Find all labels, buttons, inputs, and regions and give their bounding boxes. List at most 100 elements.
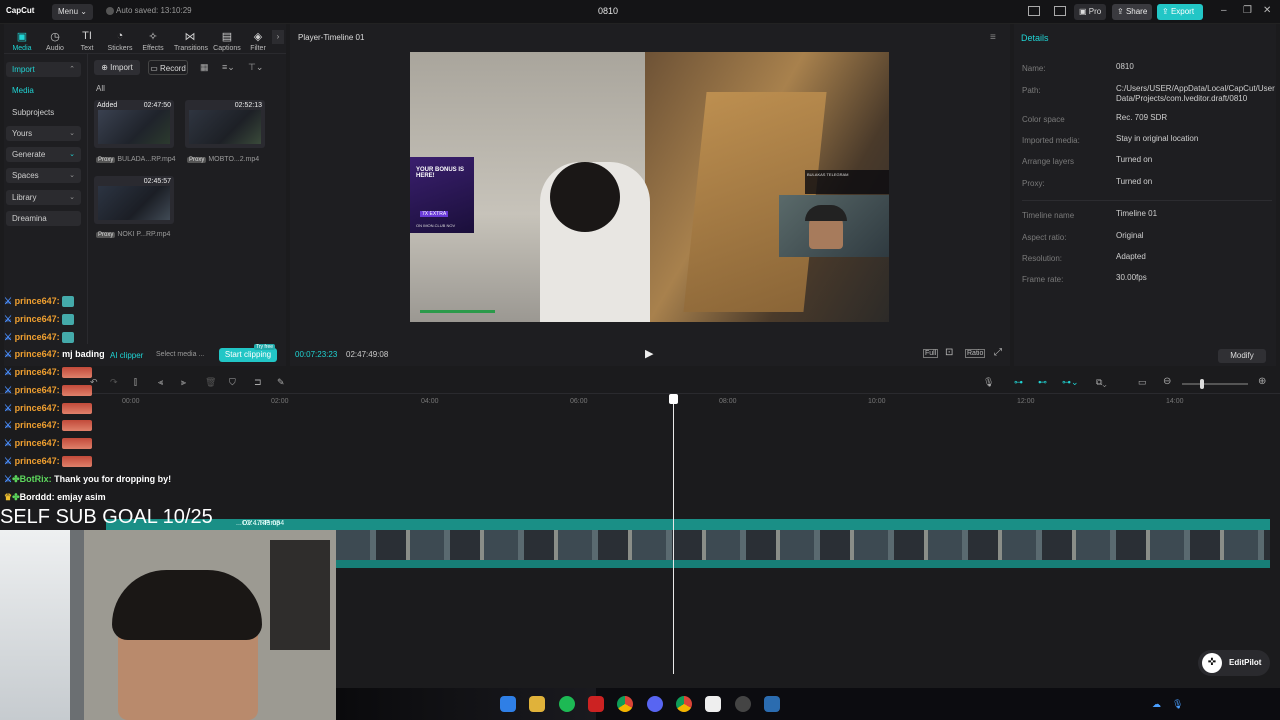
chat-line: ⚔ prince647: xyxy=(4,385,93,397)
detail-value: Rec. 709 SDR xyxy=(1116,113,1168,122)
export-button[interactable]: ⇪ Export xyxy=(1157,4,1203,20)
import-button[interactable]: ⊕ Import xyxy=(94,60,140,75)
filter-all[interactable]: All xyxy=(96,84,105,93)
zoom-out-icon[interactable]: ⊖ xyxy=(1163,376,1171,387)
caption-icon[interactable]: ▭ xyxy=(1138,377,1147,388)
menu-button[interactable]: Menu ⌄ xyxy=(52,4,93,20)
tray-icon[interactable]: ☁ xyxy=(1152,699,1161,710)
restore-icon[interactable]: ❐ xyxy=(1243,5,1252,16)
editpilot-button[interactable]: ✜ EditPilot xyxy=(1198,650,1270,676)
time-tick: 14:00 xyxy=(1166,398,1184,405)
chat-line: ⚔ prince647: xyxy=(4,367,93,379)
trim-right-icon[interactable]: ⫸ xyxy=(181,377,186,388)
sidebar-item-library[interactable]: Library ⌄ xyxy=(6,190,81,205)
trim-left-icon[interactable]: ⫷ xyxy=(158,377,163,388)
snap-icon[interactable]: ⧉⌄ xyxy=(1096,377,1107,388)
audio-icon: ◷ xyxy=(50,31,60,43)
minimize-icon[interactable]: – xyxy=(1221,5,1227,16)
detail-value: Stay in original location xyxy=(1116,134,1199,143)
tabs-more-icon[interactable]: › xyxy=(272,30,284,44)
sidebar-item-generate[interactable]: Generate ⌄ xyxy=(6,147,81,162)
preview-axis-icon[interactable]: ⊶⌄ xyxy=(1062,377,1079,388)
start-clipping-button[interactable]: Start clipping xyxy=(219,348,277,362)
tab-captions[interactable]: ▤ Captions xyxy=(212,30,242,52)
tray-mic-icon[interactable]: 🎙 xyxy=(1172,699,1183,710)
capcut-icon[interactable] xyxy=(705,696,721,712)
video-track-thumbnails[interactable] xyxy=(336,530,1270,560)
obs-icon[interactable] xyxy=(735,696,751,712)
split-icon[interactable]: ⫿ xyxy=(134,377,137,388)
chat-line: ⚔ prince647: xyxy=(4,332,75,344)
app-icon[interactable] xyxy=(588,696,604,712)
spotify-icon[interactable] xyxy=(559,696,575,712)
chat-line: ⚔ prince647: xyxy=(4,456,93,468)
sidebar-item-subprojects[interactable]: Subprojects xyxy=(6,105,81,120)
delete-icon[interactable]: 🗑 xyxy=(205,377,216,388)
zoom-slider-handle[interactable] xyxy=(1200,379,1204,389)
draw-icon[interactable]: ✎ xyxy=(277,377,285,388)
grid-view-icon[interactable]: ▦ xyxy=(200,62,209,73)
playhead-handle[interactable] xyxy=(669,394,678,404)
sidebar-item-spaces[interactable]: Spaces ⌄ xyxy=(6,168,81,183)
divider xyxy=(87,54,88,344)
select-media-field[interactable]: Select media ... xyxy=(156,351,204,358)
media-icon: ▣ xyxy=(16,31,28,43)
sidebar-item-media[interactable]: Media xyxy=(6,83,81,98)
media-clip[interactable]: 02:52:13 xyxy=(185,100,265,148)
detail-label: Proxy: xyxy=(1022,179,1045,188)
redo-icon[interactable]: ↷ xyxy=(110,377,118,388)
detail-value: C:/Users/USER/AppData/Local/CapCut/User … xyxy=(1116,84,1275,103)
zoom-slider[interactable] xyxy=(1182,383,1248,385)
tab-text[interactable]: TI Text xyxy=(72,30,102,52)
marker-icon[interactable]: ⛉ xyxy=(229,377,236,388)
share-button[interactable]: ⇪ Share xyxy=(1112,4,1153,20)
zoom-in-icon[interactable]: ⊕ xyxy=(1258,376,1266,387)
sidebar-item-import[interactable]: Import ⌃ xyxy=(6,62,81,77)
close-icon[interactable]: ✕ xyxy=(1263,5,1271,16)
detail-label: Arrange layers xyxy=(1022,157,1075,166)
screenshot-icon[interactable]: ⊡ xyxy=(945,347,953,358)
layout-icon[interactable] xyxy=(1028,6,1040,16)
effects-icon: ✧ xyxy=(148,31,158,43)
sidebar-item-yours[interactable]: Yours ⌄ xyxy=(6,126,81,141)
playhead[interactable] xyxy=(673,394,674,674)
record-button[interactable]: ▭ Record xyxy=(148,60,188,75)
app2-icon[interactable] xyxy=(764,696,780,712)
full-quality-button[interactable]: Full xyxy=(923,349,939,358)
player-menu-icon[interactable]: ≡ xyxy=(990,32,996,43)
fullscreen-icon[interactable]: ⤢ xyxy=(994,347,1002,358)
discord-icon[interactable] xyxy=(647,696,663,712)
shortcut-icon[interactable] xyxy=(1054,6,1066,16)
filter-icon: ◈ xyxy=(253,31,263,43)
detail-label: Color space xyxy=(1022,115,1065,124)
modify-button[interactable]: Modify xyxy=(1218,349,1266,363)
tab-stickers[interactable]: ◔ Stickers xyxy=(105,30,135,52)
video-preview[interactable]: YOUR BONUS IS HERE! 7X EXTRA ON IMON.CLU… xyxy=(410,52,889,322)
sort-icon[interactable]: ≡⌄ xyxy=(222,62,235,73)
time-tick: 08:00 xyxy=(719,398,737,405)
media-clip[interactable]: Added 02:47:50 xyxy=(94,100,174,148)
start-icon[interactable] xyxy=(500,696,516,712)
crop-icon[interactable]: ⊐ xyxy=(254,377,262,388)
tab-effects[interactable]: ✧ Effects xyxy=(138,30,168,52)
tab-transitions[interactable]: ⋈ Transitions xyxy=(174,30,208,52)
detail-label: Path: xyxy=(1022,86,1041,95)
magnet-icon[interactable]: ⊷ xyxy=(1038,377,1047,388)
file-explorer-icon[interactable] xyxy=(529,696,545,712)
tab-filter[interactable]: ◈ Filter xyxy=(246,30,270,52)
time-tick: 10:00 xyxy=(868,398,886,405)
link-icon[interactable]: ⊶ xyxy=(1014,377,1023,388)
chrome-icon[interactable] xyxy=(617,696,633,712)
pro-button[interactable]: ▣ Pro xyxy=(1074,4,1107,20)
tab-audio[interactable]: ◷ Audio xyxy=(40,30,70,52)
microphone-icon[interactable]: 🎙 xyxy=(983,377,994,388)
filter-dropdown-icon[interactable]: ⊤⌄ xyxy=(248,62,263,73)
clip-header[interactable]: ...OV ...RP.mp4 xyxy=(106,519,1270,530)
ratio-button[interactable]: Ratio xyxy=(965,349,986,358)
chrome-profile-icon[interactable] xyxy=(676,696,692,712)
sidebar-item-dreamina[interactable]: Dreamina xyxy=(6,211,81,226)
media-clip[interactable]: 02:45:57 xyxy=(94,176,174,224)
tab-media[interactable]: ▣ Media xyxy=(7,30,37,52)
play-icon[interactable]: ▶ xyxy=(645,347,653,360)
details-header: Details xyxy=(1021,33,1049,43)
